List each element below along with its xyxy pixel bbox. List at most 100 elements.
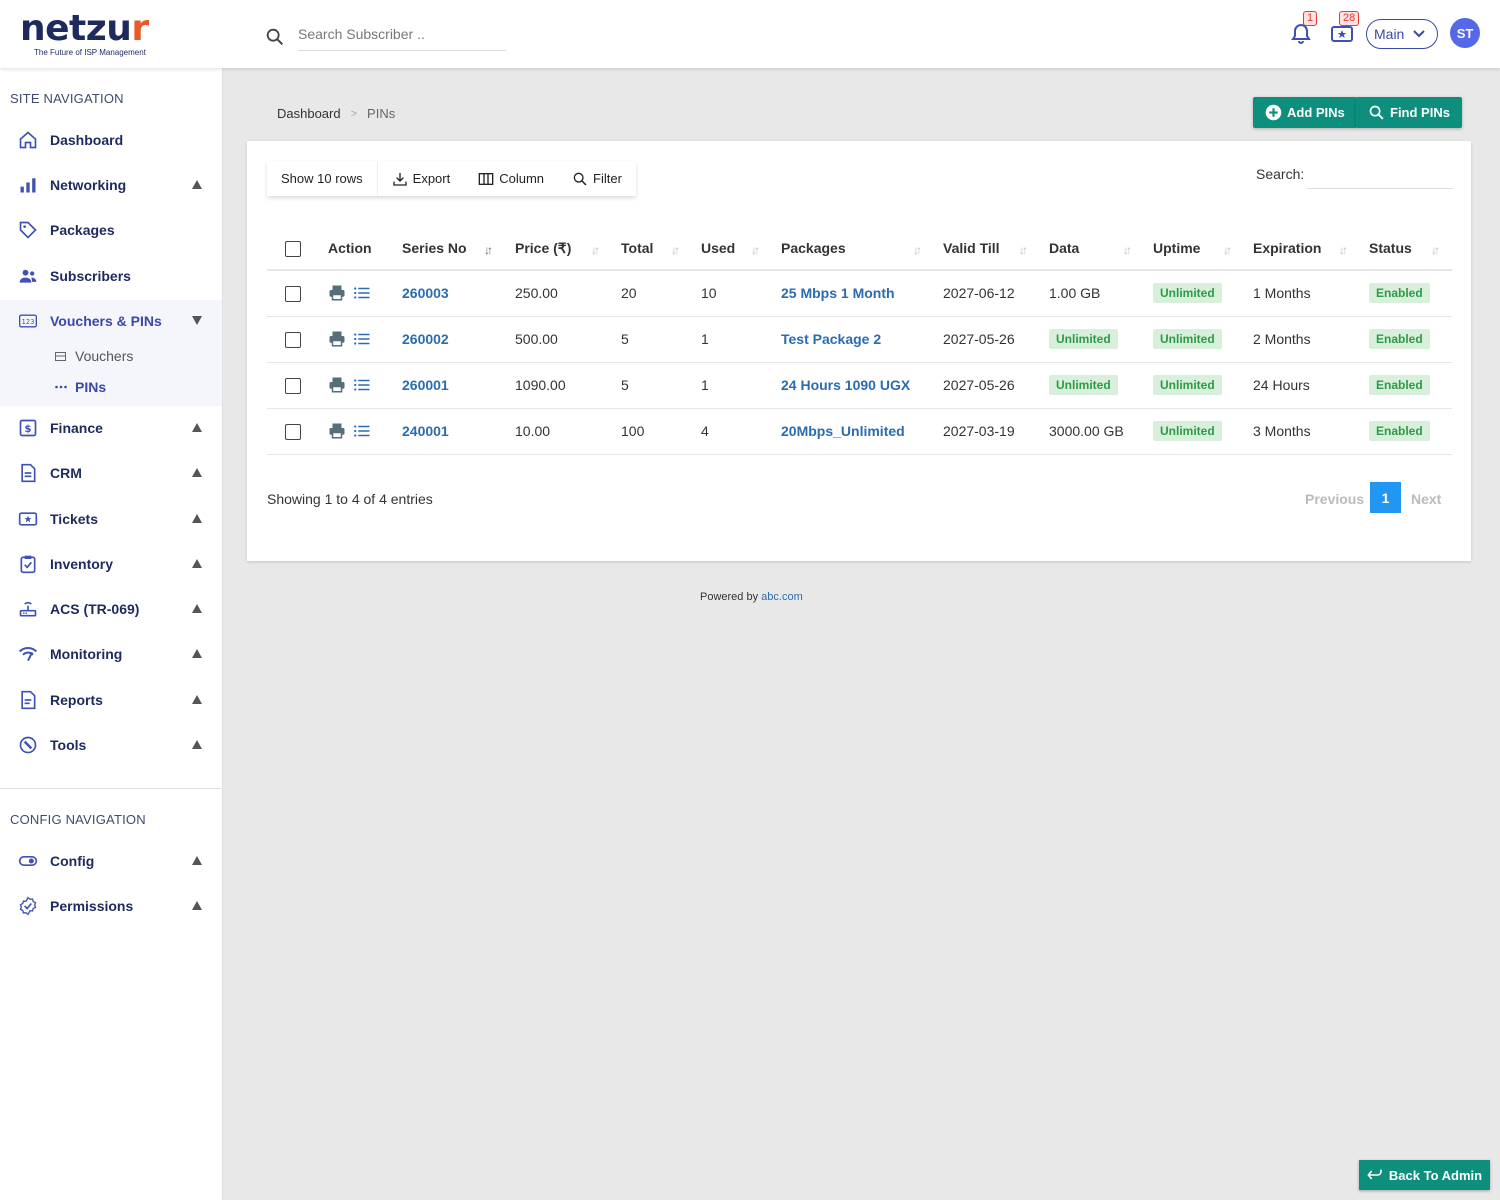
price-cell: 250.00 (515, 285, 558, 302)
next-page-button[interactable]: Next (1411, 491, 1441, 507)
list-icon[interactable] (353, 376, 371, 394)
sidebar-item-config[interactable]: Config (0, 841, 222, 881)
footer: Powered by abc.com (700, 591, 803, 603)
return-arrow-icon (1367, 1169, 1382, 1180)
caret-up-icon (192, 468, 202, 477)
uptime-badge: Unlimited (1153, 283, 1222, 304)
sidebar-item-finance[interactable]: $ Finance (0, 408, 222, 448)
sort-icon: ↓↑ (1019, 243, 1028, 257)
column-header-series-no[interactable]: Series No ↓↑ (402, 227, 515, 271)
table-row: 240001 10.00 100 4 20Mbps_Unlimited 2027… (267, 408, 1452, 455)
verified-badge-icon (18, 896, 38, 916)
show-rows-button[interactable]: Show 10 rows (267, 161, 377, 196)
column-header-data[interactable]: Data ↓↑ (1049, 227, 1153, 271)
subscriber-search (264, 22, 506, 51)
plus-circle-icon (1265, 104, 1282, 121)
sidebar-item-permissions[interactable]: Permissions (0, 886, 222, 926)
subscriber-search-input[interactable] (298, 22, 506, 51)
entries-info: Showing 1 to 4 of 4 entries (267, 491, 433, 507)
status-badge: Enabled (1369, 283, 1430, 304)
package-link[interactable]: 20Mbps_Unlimited (781, 423, 905, 439)
row-checkbox[interactable] (285, 285, 301, 302)
sidebar-item-inventory[interactable]: Inventory (0, 544, 222, 584)
tag-icon (18, 220, 38, 240)
sidebar-item-tickets[interactable]: Tickets (0, 499, 222, 539)
sidebar-item-crm[interactable]: CRM (0, 453, 222, 493)
home-icon (18, 130, 38, 150)
package-link[interactable]: 24 Hours 1090 UGX (781, 377, 910, 393)
dots-icon (55, 385, 67, 389)
printer-icon[interactable] (328, 330, 346, 348)
row-checkbox[interactable] (285, 377, 301, 394)
series-no-link[interactable]: 260002 (402, 331, 449, 347)
series-no-link[interactable]: 240001 (402, 423, 449, 439)
sidebar-subitem-vouchers[interactable]: Vouchers (55, 345, 133, 367)
sidebar-item-packages[interactable]: Packages (0, 210, 222, 250)
printer-icon[interactable] (328, 284, 346, 302)
select-all-checkbox[interactable] (285, 240, 301, 257)
sidebar-subitem-pins[interactable]: PINs (55, 376, 106, 398)
sort-icon: ↓↑ (1123, 243, 1132, 257)
package-link[interactable]: 25 Mbps 1 Month (781, 285, 895, 301)
package-link[interactable]: Test Package 2 (781, 331, 881, 347)
sidebar-item-reports[interactable]: Reports (0, 680, 222, 720)
pins-table-card: Show 10 rows Export Column Filter Search… (247, 141, 1471, 561)
sidebar-item-subscribers[interactable]: Subscribers (0, 256, 222, 296)
sidebar-item-monitoring[interactable]: Monitoring (0, 634, 222, 674)
column-header-expiration[interactable]: Expiration ↓↑ (1253, 227, 1369, 271)
column-header-used[interactable]: Used ↓↑ (701, 227, 781, 271)
uptime-badge: Unlimited (1153, 421, 1222, 441)
config-navigation-title: CONFIG NAVIGATION (10, 812, 146, 827)
printer-icon[interactable] (328, 376, 346, 394)
list-icon[interactable] (353, 284, 371, 302)
breadcrumb-dashboard[interactable]: Dashboard (277, 106, 341, 121)
sidebar-item-vouchers-pins[interactable]: 123 Vouchers & PINs (0, 301, 222, 341)
table-search-input[interactable] (1307, 165, 1453, 189)
row-checkbox[interactable] (285, 331, 301, 348)
status-badge: Enabled (1369, 329, 1430, 349)
table-search-label: Search: (1256, 166, 1305, 182)
price-cell: 1090.00 (515, 377, 566, 393)
footer-link[interactable]: abc.com (761, 591, 803, 603)
column-button[interactable]: Column (464, 161, 558, 196)
branch-select[interactable]: Main (1366, 19, 1438, 49)
back-to-admin-button[interactable]: Back To Admin (1359, 1160, 1490, 1190)
column-header-status[interactable]: Status ↓↑ (1369, 227, 1452, 271)
printer-icon[interactable] (328, 422, 346, 440)
sidebar-item-dashboard[interactable]: Dashboard (0, 120, 222, 160)
add-pins-button[interactable]: Add PINs (1253, 97, 1357, 128)
sort-desc-icon: ↓↑ (484, 243, 493, 257)
sort-icon: ↓↑ (751, 243, 760, 257)
export-button[interactable]: Export (378, 161, 465, 196)
series-no-link[interactable]: 260001 (402, 377, 449, 393)
previous-page-button[interactable]: Previous (1305, 491, 1364, 507)
column-header-uptime[interactable]: Uptime ↓↑ (1153, 227, 1253, 271)
sidebar-item-tools[interactable]: Tools (0, 725, 222, 765)
caret-up-icon (192, 604, 202, 613)
filter-button[interactable]: Filter (558, 161, 636, 196)
select-all-header (267, 227, 328, 271)
find-pins-button[interactable]: Find PINs (1356, 97, 1462, 128)
breadcrumb-separator: > (350, 107, 358, 120)
user-avatar[interactable]: ST (1450, 18, 1480, 48)
column-header-total[interactable]: Total ↓↑ (621, 227, 701, 271)
total-cell: 100 (621, 423, 645, 439)
series-no-link[interactable]: 260003 (402, 285, 449, 301)
list-icon[interactable] (353, 330, 371, 348)
breadcrumb-current: PINs (367, 106, 396, 121)
total-cell: 5 (621, 331, 629, 347)
sidebar-item-networking[interactable]: Networking (0, 165, 222, 205)
netzur-logo[interactable]: netzur The Future of ISP Management (20, 10, 149, 58)
router-icon (18, 599, 38, 619)
valid-till-cell: 2027-05-26 (943, 377, 1015, 393)
row-checkbox[interactable] (285, 423, 301, 440)
expiration-cell: 1 Months (1253, 285, 1311, 302)
caret-down-icon (192, 316, 202, 325)
wrench-icon (18, 735, 38, 755)
column-header-packages[interactable]: Packages ↓↑ (781, 227, 943, 271)
page-1-button[interactable]: 1 (1370, 482, 1401, 513)
column-header-valid-till[interactable]: Valid Till ↓↑ (943, 227, 1049, 271)
sidebar-item-acs[interactable]: ACS (TR-069) (0, 589, 222, 629)
list-icon[interactable] (353, 422, 371, 440)
column-header-price[interactable]: Price (₹) ↓↑ (515, 227, 621, 271)
